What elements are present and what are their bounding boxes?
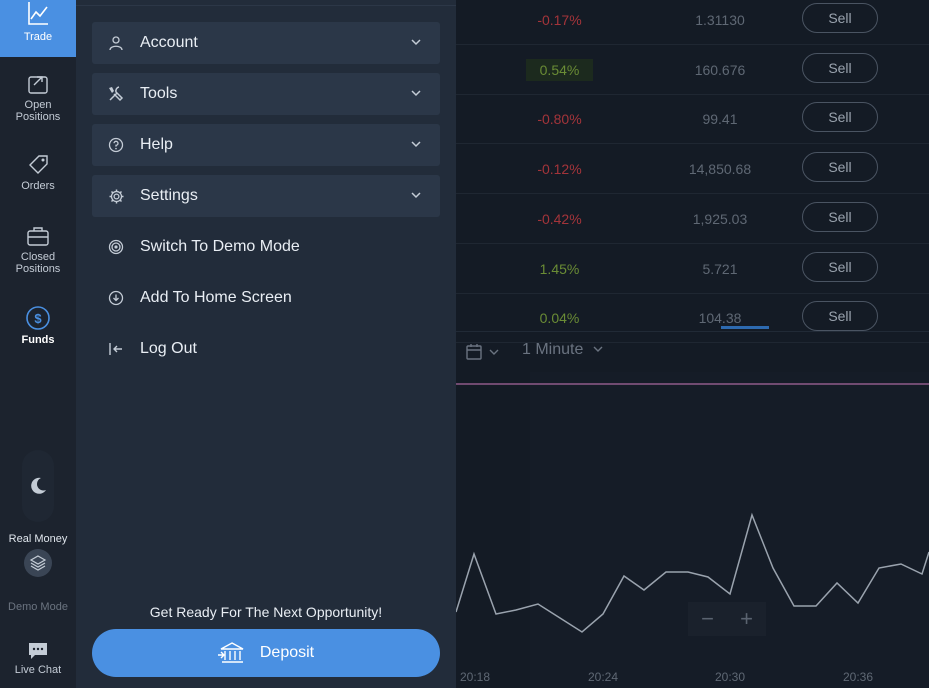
logout-icon xyxy=(109,343,122,355)
layers-icon xyxy=(29,555,47,571)
tag-icon xyxy=(29,155,48,174)
menu-tools-label: Tools xyxy=(140,85,178,102)
chevron-down-icon xyxy=(411,192,421,199)
demo-mode-label: Demo Mode xyxy=(8,601,68,613)
sell-button[interactable]: Sell xyxy=(802,301,878,332)
real-money-label: Real Money xyxy=(8,533,68,545)
change-percent: 1.45% xyxy=(539,260,580,277)
sell-button[interactable]: Sell xyxy=(802,52,878,83)
x-tick: 20:36 xyxy=(843,670,874,684)
nav-orders[interactable]: Orders xyxy=(0,153,76,192)
change-percent: -0.42% xyxy=(537,210,582,227)
open-positions-icon xyxy=(28,76,48,94)
trade-content: -0.17% 1.31130 Sell 0.54% 160.676 Sell -0.80% 9… xyxy=(456,0,929,688)
left-nav-rail: Trade Open Positions Orders Closed Posit… xyxy=(0,0,76,688)
nav-trade[interactable]: Trade xyxy=(0,0,76,57)
chevron-down-icon xyxy=(411,141,421,148)
moon-icon xyxy=(31,477,46,494)
briefcase-icon xyxy=(27,227,49,246)
side-drawer-menu: Account Tools Help Settings Switch To De… xyxy=(76,0,456,688)
menu-settings-label: Settings xyxy=(140,187,198,204)
change-percent: -0.17% xyxy=(537,12,582,28)
market-row[interactable]: -0.17% 1.31130 Sell xyxy=(456,0,929,45)
market-row[interactable]: -0.42% 1,925.03 Sell xyxy=(456,195,929,244)
change-percent: -0.80% xyxy=(537,111,582,128)
price-value: 160.676 xyxy=(694,61,746,78)
price-value: 14,850.68 xyxy=(688,161,752,178)
timeframe-label: 1 Minute xyxy=(522,341,584,358)
change-percent: -0.12% xyxy=(537,161,582,178)
market-row[interactable]: -0.80% 99.41 Sell xyxy=(456,95,929,145)
price-value: 1,925.03 xyxy=(692,210,748,227)
change-percent: 0.54% xyxy=(526,58,593,81)
market-row[interactable]: 1.45% 5.721 Sell xyxy=(456,245,929,294)
bank-icon xyxy=(217,642,244,663)
zoom-in-button[interactable]: + xyxy=(740,606,753,632)
svg-text:$: $ xyxy=(34,311,42,326)
chart-line-icon xyxy=(28,2,48,25)
menu-add-home[interactable]: Add To Home Screen xyxy=(92,277,440,319)
scroll-indicator xyxy=(721,326,769,329)
user-icon xyxy=(109,36,123,51)
sell-button[interactable]: Sell xyxy=(802,201,878,232)
price-value: 99.41 xyxy=(702,111,738,128)
nav-funds[interactable]: $ Funds xyxy=(0,305,76,346)
sell-button[interactable]: Sell xyxy=(802,152,878,183)
nav-live-chat-label: Live Chat xyxy=(14,664,62,676)
nav-closed-positions-label: Closed Positions xyxy=(15,251,61,275)
calendar-icon[interactable] xyxy=(466,343,500,361)
x-tick: 20:18 xyxy=(460,670,491,684)
nav-trade-label: Trade xyxy=(23,31,53,43)
zoom-out-button[interactable]: − xyxy=(701,606,714,632)
market-row[interactable]: 0.54% 160.676 Sell xyxy=(456,46,929,95)
nav-open-positions-label: Open Positions xyxy=(15,99,61,123)
price-chart[interactable] xyxy=(456,372,929,688)
chat-bubble-icon xyxy=(29,643,47,659)
target-icon xyxy=(108,239,124,255)
dollar-circle-icon: $ xyxy=(26,306,50,330)
promo-text: Get Ready For The Next Opportunity! xyxy=(149,604,383,620)
sell-button[interactable]: Sell xyxy=(802,102,878,133)
download-circle-icon xyxy=(108,290,124,306)
help-circle-icon xyxy=(108,137,124,153)
menu-log-out-label: Log Out xyxy=(140,340,197,357)
menu-help-label: Help xyxy=(140,136,173,153)
change-percent: 0.04% xyxy=(539,310,580,327)
menu-log-out[interactable]: Log Out xyxy=(92,328,440,370)
nav-orders-label: Orders xyxy=(21,180,55,192)
menu-add-home-label: Add To Home Screen xyxy=(140,289,292,306)
chevron-down-icon xyxy=(411,39,421,46)
menu-settings[interactable]: Settings xyxy=(92,175,440,217)
tools-icon xyxy=(109,86,124,102)
app-root: Trade Open Positions Orders Closed Posit… xyxy=(0,0,929,688)
menu-switch-demo[interactable]: Switch To Demo Mode xyxy=(92,226,440,268)
menu-switch-demo-label: Switch To Demo Mode xyxy=(140,238,300,255)
gear-icon xyxy=(109,189,123,203)
menu-account[interactable]: Account xyxy=(92,22,440,64)
nav-funds-label: Funds xyxy=(21,334,55,346)
zoom-controls: − + xyxy=(688,602,766,636)
chevron-down-icon xyxy=(593,346,603,352)
chart-toolbar: 1 Minute xyxy=(456,332,929,372)
price-value: 5.721 xyxy=(702,260,738,277)
x-tick: 20:24 xyxy=(588,670,619,684)
nav-open-positions[interactable]: Open Positions xyxy=(0,72,76,123)
sell-button[interactable]: Sell xyxy=(802,3,878,33)
nav-live-chat[interactable]: Live Chat xyxy=(0,641,76,676)
menu-help[interactable]: Help xyxy=(92,124,440,166)
menu-tools[interactable]: Tools xyxy=(92,73,440,115)
menu-account-label: Account xyxy=(140,34,198,51)
market-row[interactable]: -0.12% 14,850.68 Sell xyxy=(456,145,929,195)
chevron-down-icon xyxy=(411,90,421,97)
mode-toggle-switch[interactable] xyxy=(24,549,52,577)
nav-closed-positions[interactable]: Closed Positions xyxy=(0,224,76,275)
deposit-label: Deposit xyxy=(259,644,315,661)
x-tick: 20:30 xyxy=(715,670,746,684)
sell-button[interactable]: Sell xyxy=(802,251,878,282)
drawer-divider xyxy=(76,5,456,6)
timeframe-select[interactable]: 1 Minute xyxy=(522,341,604,359)
price-value: 1.31130 xyxy=(695,12,745,28)
deposit-button[interactable]: Deposit xyxy=(92,629,440,677)
